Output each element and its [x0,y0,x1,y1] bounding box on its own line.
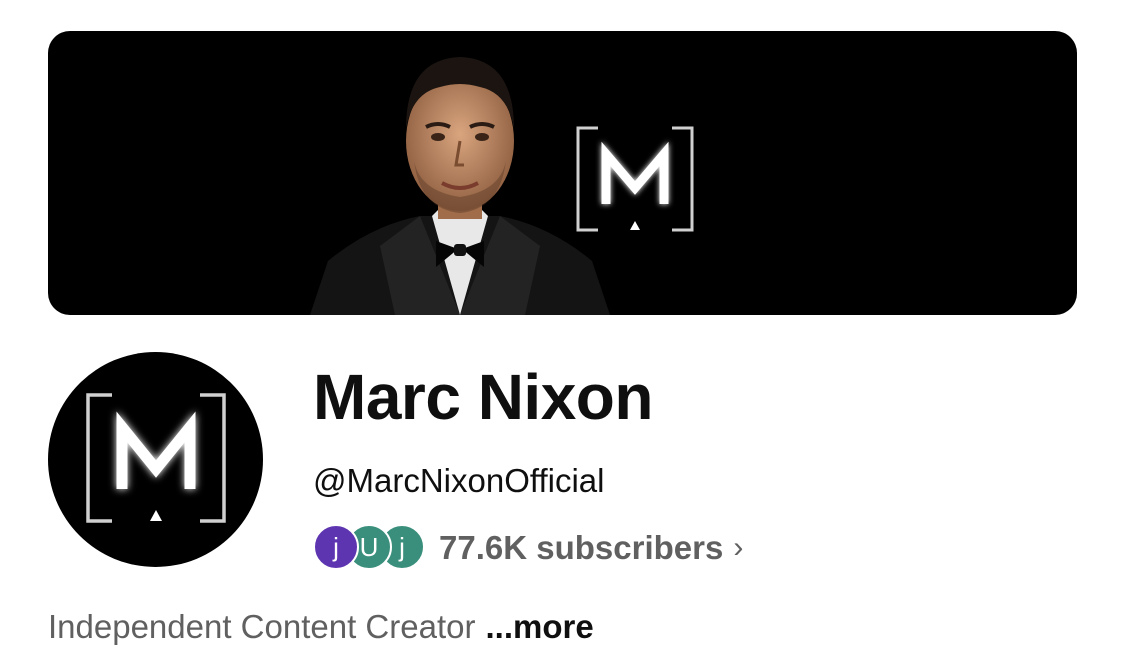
subscriber-avatars: j U j [313,524,425,572]
subscriber-count: 77.6K subscribers [439,529,724,566]
chevron-right-icon: › [733,531,744,564]
description-text: Independent Content Creator [48,608,476,645]
channel-handle: @MarcNixonOfficial [313,462,605,499]
channel-description[interactable]: Independent Content Creator ...more [48,608,594,646]
channel-banner [48,31,1077,315]
channel-name: Marc Nixon [313,361,653,433]
banner-logo-icon [576,126,694,232]
channel-avatar[interactable] [48,352,263,567]
subscribers-link[interactable]: j U j 77.6K subscribers › [313,524,743,572]
more-button[interactable]: ...more [485,608,593,645]
banner-portrait-image [310,57,610,315]
channel-logo-icon [86,393,226,523]
subscriber-avatar: j [313,524,359,570]
